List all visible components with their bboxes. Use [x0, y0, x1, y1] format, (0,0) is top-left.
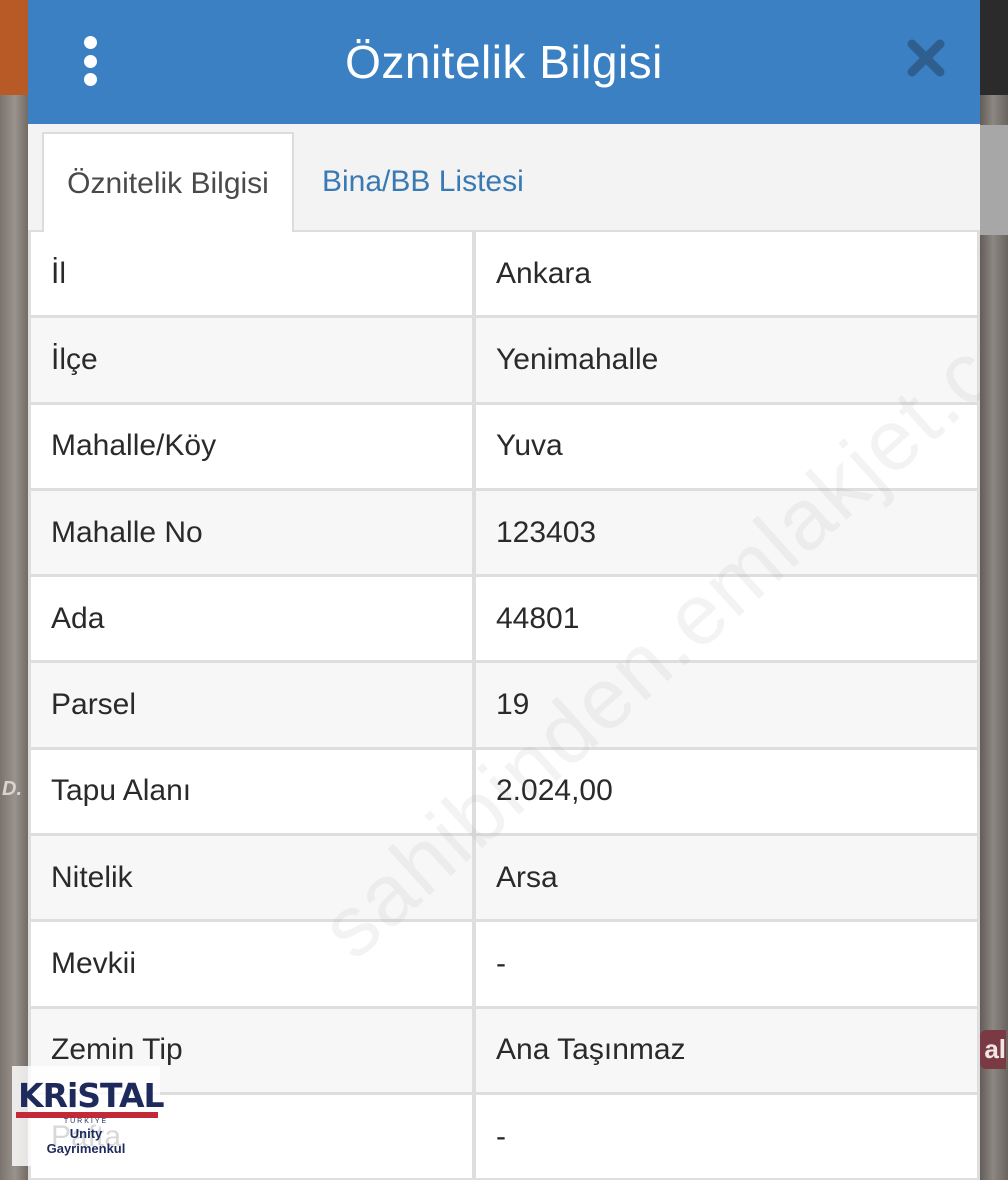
dialog-header: Öznitelik Bilgisi: [28, 0, 980, 124]
close-icon: [907, 39, 945, 77]
table-row: İlçe Yenimahalle: [28, 318, 980, 405]
row-value: Arsa: [476, 836, 980, 920]
table-row: Parsel 19: [28, 663, 980, 750]
table-row: Ada 44801: [28, 577, 980, 664]
table-row: İl Ankara: [28, 232, 980, 319]
dot-icon: [83, 73, 97, 86]
row-key: Ada: [28, 577, 476, 661]
row-value: -: [476, 1094, 980, 1179]
row-value: 123403: [476, 490, 980, 575]
tab-building-list[interactable]: Bina/BB Listesi: [322, 132, 524, 232]
logo-line2: Gayrimenkul: [46, 1141, 126, 1156]
close-button[interactable]: [904, 36, 948, 80]
row-value: 2.024,00: [476, 749, 980, 834]
map-label-left: D.: [2, 778, 22, 800]
map-left-orange-area: [0, 0, 30, 95]
row-key: İl: [28, 232, 476, 316]
map-right-dark-area: [978, 0, 1008, 95]
logo-brand-text: KRiSTAL: [18, 1076, 165, 1115]
row-value: Ankara: [476, 232, 980, 316]
tab-bar: Öznitelik Bilgisi Bina/BB Listesi: [28, 124, 980, 234]
row-value: 44801: [476, 577, 980, 661]
row-key: İlçe: [28, 318, 476, 402]
table-row: Pafta -: [28, 1094, 980, 1180]
row-value: -: [476, 922, 980, 1006]
row-key: Tapu Alanı: [28, 749, 476, 834]
row-value: 19: [476, 663, 980, 747]
map-label-right: al: [980, 1030, 1006, 1069]
table-row: Tapu Alanı 2.024,00: [28, 749, 980, 837]
attribute-table: İl Ankara İlçe Yenimahalle Mahalle/Köy Y…: [28, 232, 980, 1180]
attribute-info-dialog: Öznitelik Bilgisi Öznitelik Bilgisi Bina…: [28, 0, 980, 1180]
row-key: Mahalle/Köy: [28, 404, 476, 488]
map-right-gray-area: [978, 125, 1008, 235]
dialog-title: Öznitelik Bilgisi: [345, 36, 663, 88]
row-value: Yuva: [476, 404, 980, 488]
more-options-button[interactable]: [72, 36, 108, 86]
logo-country-text: TÜRKİYE: [63, 1118, 109, 1125]
table-row: Mahalle/Köy Yuva: [28, 404, 980, 491]
tab-attribute-info[interactable]: Öznitelik Bilgisi: [42, 132, 294, 234]
map-left-edge: [0, 0, 30, 1180]
row-value: Ana Taşınmaz: [476, 1008, 980, 1092]
logo-line1: Unity: [69, 1126, 103, 1141]
table-row: Nitelik Arsa: [28, 836, 980, 923]
row-key: Nitelik: [28, 836, 476, 920]
row-key: Mahalle No: [28, 490, 476, 575]
dot-icon: [83, 54, 97, 68]
table-row: Mevkii -: [28, 922, 980, 1009]
row-value: Yenimahalle: [476, 318, 980, 402]
dot-icon: [83, 36, 97, 49]
brand-logo: KRiSTAL TÜRKİYE Unity Gayrimenkul: [12, 1066, 165, 1166]
table-row: Zemin Tip Ana Taşınmaz: [28, 1008, 980, 1095]
row-key: Parsel: [28, 663, 476, 747]
logo-subtitle: Unity Gayrimenkul: [12, 1126, 160, 1156]
table-row: Mahalle No 123403: [28, 490, 980, 578]
row-key: Mevkii: [28, 922, 476, 1006]
